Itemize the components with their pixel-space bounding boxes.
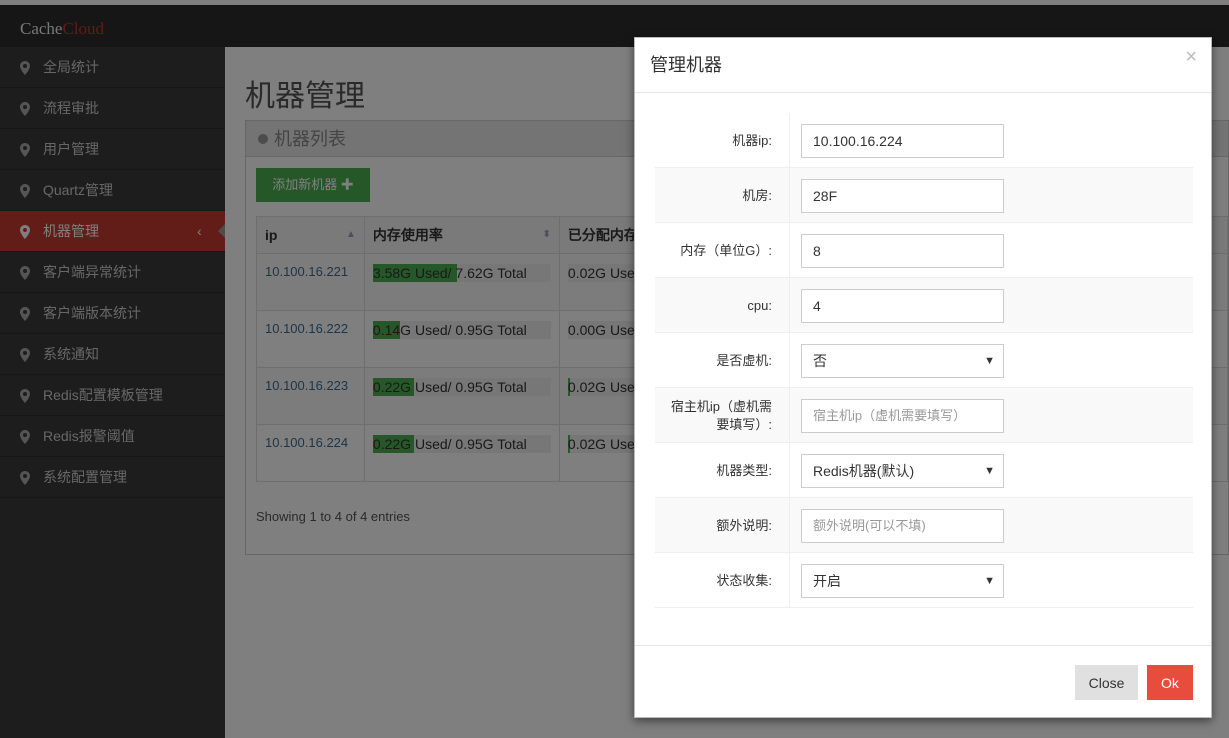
form-row-extra: 额外说明: 额外说明(可以不填) (655, 498, 1193, 553)
form-row-mem: 内存（单位G）: 8 (655, 223, 1193, 278)
modal-footer: Close Ok (635, 645, 1211, 717)
mem-input[interactable]: 8 (801, 234, 1004, 268)
room-label: 机房: (655, 168, 790, 223)
host-ip-label: 宿主机ip（虚机需要填写）: (655, 388, 790, 443)
close-button[interactable]: Close (1075, 665, 1138, 700)
dropdown-arrow-icon: ▼ (984, 575, 995, 587)
type-select-value: Redis机器(默认) (813, 463, 915, 479)
form-row-cpu: cpu: 4 (655, 278, 1193, 333)
machine-form: 机器ip: 10.100.16.224 机房: 28F 内存（单位G）: 8 c… (655, 113, 1193, 608)
virtual-select[interactable]: 否 ▼ (801, 344, 1004, 378)
extra-label: 额外说明: (655, 498, 790, 553)
ok-button[interactable]: Ok (1147, 665, 1193, 700)
extra-input[interactable]: 额外说明(可以不填) (801, 509, 1004, 543)
room-input[interactable]: 28F (801, 179, 1004, 213)
form-row-ip: 机器ip: 10.100.16.224 (655, 113, 1193, 168)
form-row-type: 机器类型: Redis机器(默认) ▼ (655, 443, 1193, 498)
mem-label: 内存（单位G）: (655, 223, 790, 278)
type-label: 机器类型: (655, 443, 790, 498)
manage-machine-modal: 管理机器 × 机器ip: 10.100.16.224 机房: 28F 内存（单位… (634, 37, 1212, 718)
modal-title: 管理机器 (635, 38, 1211, 93)
form-row-collect: 状态收集: 开启 ▼ (655, 553, 1193, 608)
ip-label: 机器ip: (655, 113, 790, 168)
host-ip-input[interactable]: 宿主机ip（虚机需要填写） (801, 399, 1004, 433)
collect-label: 状态收集: (655, 553, 790, 608)
type-select[interactable]: Redis机器(默认) ▼ (801, 454, 1004, 488)
collect-select[interactable]: 开启 ▼ (801, 564, 1004, 598)
cpu-label: cpu: (655, 278, 790, 333)
form-row-host-ip: 宿主机ip（虚机需要填写）: 宿主机ip（虚机需要填写） (655, 388, 1193, 443)
dropdown-arrow-icon: ▼ (984, 465, 995, 477)
dropdown-arrow-icon: ▼ (984, 355, 995, 367)
collect-select-value: 开启 (813, 573, 841, 589)
form-row-virtual: 是否虚机: 否 ▼ (655, 333, 1193, 388)
form-row-room: 机房: 28F (655, 168, 1193, 223)
virtual-label: 是否虚机: (655, 333, 790, 388)
ip-input[interactable]: 10.100.16.224 (801, 124, 1004, 158)
cpu-input[interactable]: 4 (801, 289, 1004, 323)
virtual-select-value: 否 (813, 353, 827, 369)
close-icon[interactable]: × (1185, 46, 1197, 69)
